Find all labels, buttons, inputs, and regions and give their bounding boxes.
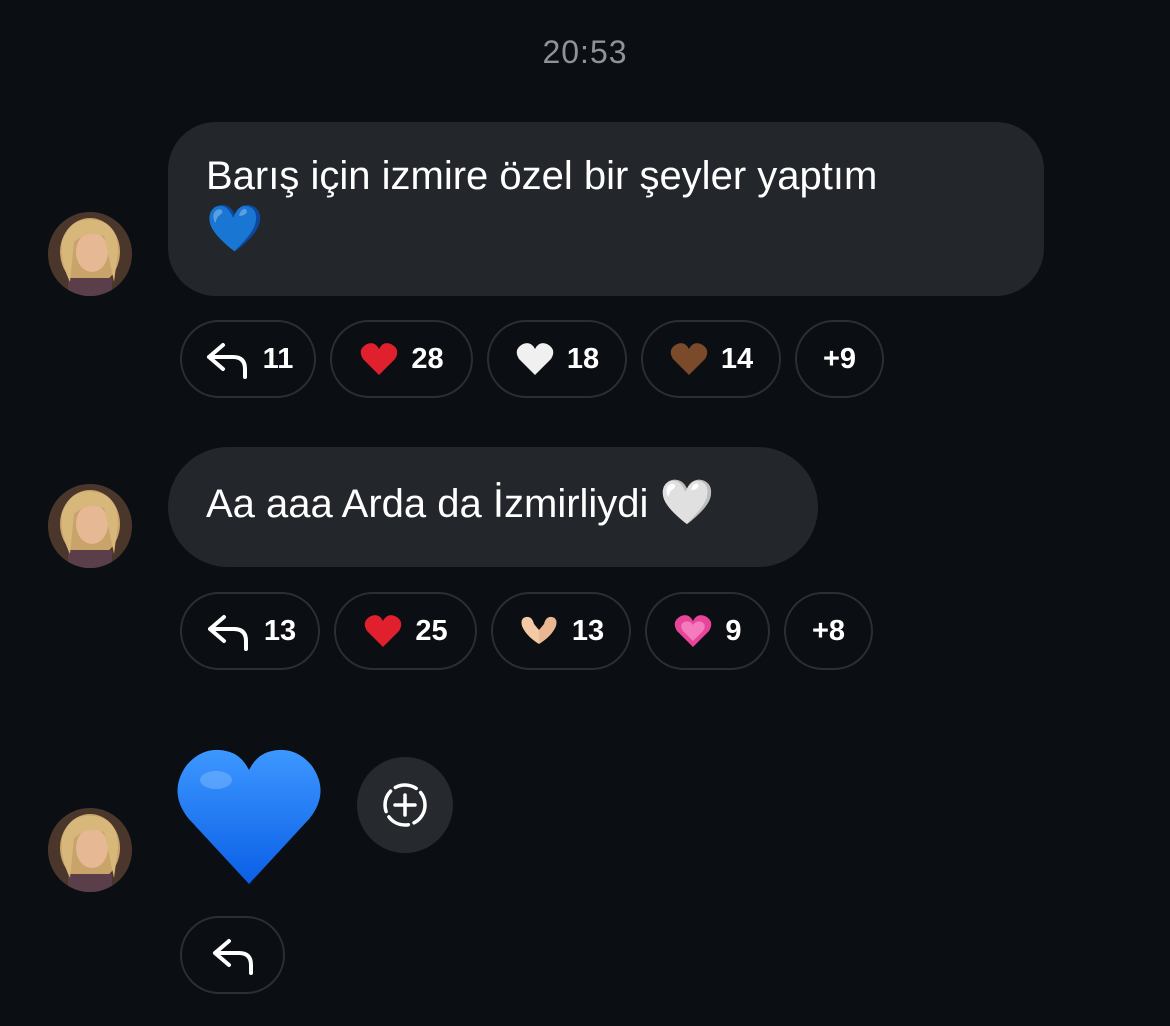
add-reaction-icon [379, 779, 431, 831]
more-reactions-count: +9 [822, 342, 857, 375]
avatar[interactable] [48, 484, 132, 568]
reply-button[interactable] [180, 916, 285, 994]
message-text: Barış için izmire özel bir şeyler yaptım [206, 154, 878, 198]
more-reactions-count: +8 [811, 614, 846, 647]
blue-heart-message[interactable] [174, 740, 324, 890]
message-bubble[interactable]: Barış için izmire özel bir şeyler yaptım… [168, 122, 1044, 296]
red-heart-icon [359, 341, 399, 377]
reaction-count: 13 [571, 614, 605, 647]
message-bubble[interactable]: Aa aaa Arda da İzmirliydi 🤍 [168, 447, 818, 567]
more-reactions-button[interactable]: +8 [784, 592, 873, 670]
reply-button[interactable]: 11 [180, 320, 316, 398]
more-reactions-button[interactable]: +9 [795, 320, 884, 398]
avatar[interactable] [48, 212, 132, 296]
reply-icon [209, 935, 257, 975]
reaction-count: 25 [415, 614, 448, 647]
reaction-chip[interactable]: 9 [645, 592, 770, 670]
reaction-chip[interactable]: 28 [330, 320, 473, 398]
reaction-chip[interactable]: 13 [491, 592, 631, 670]
growing-pink-heart-icon [673, 613, 713, 649]
white-heart-emoji: 🤍 [659, 477, 715, 528]
reply-icon [204, 611, 252, 651]
reply-count: 13 [263, 614, 297, 647]
avatar[interactable] [48, 808, 132, 892]
reaction-bar: 13 25 13 9 +8 [180, 592, 873, 670]
reply-count: 11 [262, 342, 294, 375]
brown-heart-icon [669, 341, 709, 377]
reaction-count: 28 [411, 342, 444, 375]
red-heart-icon [363, 613, 403, 649]
reaction-chip[interactable]: 14 [641, 320, 781, 398]
white-heart-icon [515, 341, 555, 377]
reaction-count: 9 [725, 614, 742, 647]
reaction-count: 18 [566, 342, 600, 375]
add-reaction-button[interactable] [357, 757, 453, 853]
reaction-chip[interactable]: 25 [334, 592, 477, 670]
reaction-bar: 11 28 18 14 +9 [180, 320, 884, 398]
timestamp: 20:53 [542, 34, 628, 70]
blue-heart-emoji: 💙 [206, 201, 264, 255]
reaction-chip[interactable]: 18 [487, 320, 627, 398]
heart-hands-icon [518, 614, 560, 648]
reply-icon [203, 339, 251, 379]
message-text: Aa aaa Arda da İzmirliydi [206, 482, 649, 526]
reply-button[interactable]: 13 [180, 592, 320, 670]
reaction-count: 14 [720, 342, 754, 375]
